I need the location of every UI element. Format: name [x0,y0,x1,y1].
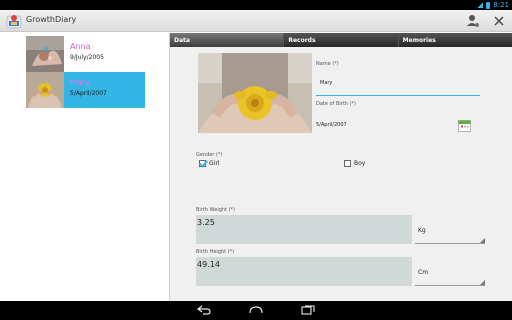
home-icon[interactable] [249,304,263,316]
birth-height-input[interactable]: 49.14 [196,257,412,286]
dob-value: 5/April/2007 [316,122,347,128]
weight-unit-select[interactable]: Kg [415,215,485,244]
weight-unit: Kg [418,227,426,234]
tab-bar: Data Records Memories [170,33,512,47]
calendar-icon[interactable] [458,117,471,132]
tab-records[interactable]: Records [284,33,399,47]
child-name: Anna [70,42,91,51]
birth-weight-input[interactable]: 3.25 [196,215,412,244]
list-item-anna[interactable]: Anna 9/July/2005 [26,36,145,72]
data-form: Name (*) Mary Date of Birth (*) 5/April/… [170,47,512,301]
tab-memories[interactable]: Memories [398,33,512,47]
tab-data[interactable]: Data [170,33,285,47]
birth-height-label: Birth Height (*) [196,249,235,255]
close-icon[interactable] [491,13,507,29]
child-name: Mary [70,78,90,87]
name-input-underline [316,95,480,96]
girl-check-icon [199,160,206,167]
height-unit-select[interactable]: Cm [415,257,485,286]
dob-label: Date of Birth (*) [316,101,356,107]
birth-weight-label: Birth Weight (*) [196,207,236,213]
list-item-mary[interactable]: Mary 5/April/2007 [26,72,145,108]
height-unit: Cm [418,269,429,276]
dropdown-corner-icon [480,280,485,285]
children-list: Anna 9/July/2005 Mary 5/April/2007 [0,33,170,301]
dropdown-corner-icon [480,238,485,243]
boy-label: Boy [354,160,366,167]
recents-icon[interactable] [301,304,315,316]
child-photo-anna [26,36,64,72]
child-photo[interactable] [198,53,312,133]
status-bar: 8:21 [0,0,512,10]
signal-icon [477,2,484,8]
gender-label: Gender (*) [196,152,223,158]
gender-girl-checkbox[interactable]: Girl [199,160,219,167]
nav-bar [0,301,512,320]
child-dob: 9/July/2005 [70,54,104,61]
app-title: GrowthDiary [26,15,77,24]
name-label: Name (*) [316,61,339,67]
back-icon[interactable] [197,304,211,316]
child-photo-mary [26,72,64,108]
battery-icon [486,1,491,9]
user-settings-icon[interactable] [465,13,481,29]
gender-boy-checkbox[interactable]: Boy [344,160,365,167]
name-input[interactable]: Mary [320,80,332,86]
boy-check-icon [344,160,351,167]
child-dob: 5/April/2007 [70,90,107,97]
action-bar: GrowthDiary [0,10,512,32]
girl-label: Girl [209,160,220,167]
status-time: 8:21 [493,1,509,9]
app-logo-icon[interactable] [6,13,22,29]
